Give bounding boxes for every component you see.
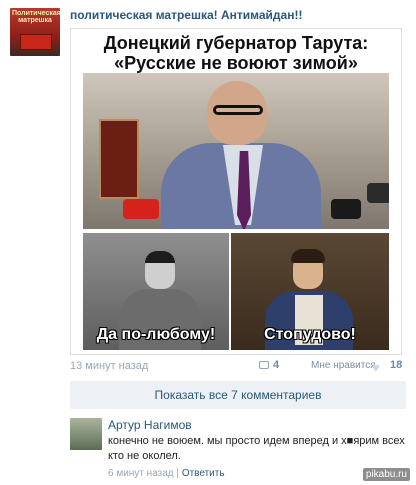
meme-bottom-section: Да по-любому! Стопудово! <box>71 229 401 354</box>
comment-meta: 6 минут назад | Ответить <box>108 468 225 479</box>
comment-timestamp-link[interactable]: 6 минут назад <box>108 468 174 479</box>
flag-icon <box>20 34 52 50</box>
comments-count: 4 <box>273 359 280 371</box>
comment-meta-separator: | <box>176 468 180 479</box>
watermark: pikabu.ru <box>362 468 410 481</box>
microphone-black-2 <box>367 183 389 203</box>
show-all-comments-button[interactable]: Показать все 7 комментариев <box>70 381 406 409</box>
meme-headline-line1: Донецкий губернатор Тарута: <box>103 33 369 53</box>
figure-hair-left <box>145 251 175 263</box>
meme-panel-left: Да по-любому! <box>83 233 229 350</box>
like-count[interactable]: 18 <box>390 359 402 371</box>
group-avatar-label: Политическая матрешка <box>12 10 60 24</box>
meme-caption-right: Стопудово! <box>264 326 356 343</box>
meme-top-section: Донецкий губернатор Тарута: «Русские не … <box>71 29 401 229</box>
glasses <box>213 105 263 115</box>
meme-panel-right: Стопудово! <box>231 233 389 350</box>
wall-plaque <box>99 119 139 199</box>
commenter-avatar[interactable] <box>70 418 102 450</box>
post-timestamp-link[interactable]: 13 минут назад <box>70 360 148 372</box>
microphone-black <box>331 199 361 219</box>
politician-photo <box>83 73 389 229</box>
group-name-link[interactable]: политическая матрешка! Антимайдан!! <box>70 8 302 22</box>
comment-author-link[interactable]: Артур Нагимов <box>108 418 192 432</box>
meme-caption-left: Да по-любому! <box>96 326 216 343</box>
heart-icon[interactable]: ♥ <box>372 361 386 374</box>
microphone-red <box>123 199 159 219</box>
figure-hair-right <box>291 249 325 263</box>
group-avatar[interactable]: Политическая матрешка <box>10 8 60 56</box>
meme-headline: Донецкий губернатор Тарута: «Русские не … <box>71 33 401 73</box>
comment-text: конечно не воюем. мы просто идем вперед … <box>108 435 405 462</box>
like-label[interactable]: Мне нравится <box>311 360 376 371</box>
comments-button[interactable]: 4 <box>259 359 279 371</box>
meme-headline-line2: «Русские не воюют зимой» <box>114 53 358 73</box>
reply-link[interactable]: Ответить <box>182 468 225 479</box>
meme-image[interactable]: Донецкий губернатор Тарута: «Русские не … <box>70 28 402 355</box>
comment-icon <box>259 361 269 369</box>
